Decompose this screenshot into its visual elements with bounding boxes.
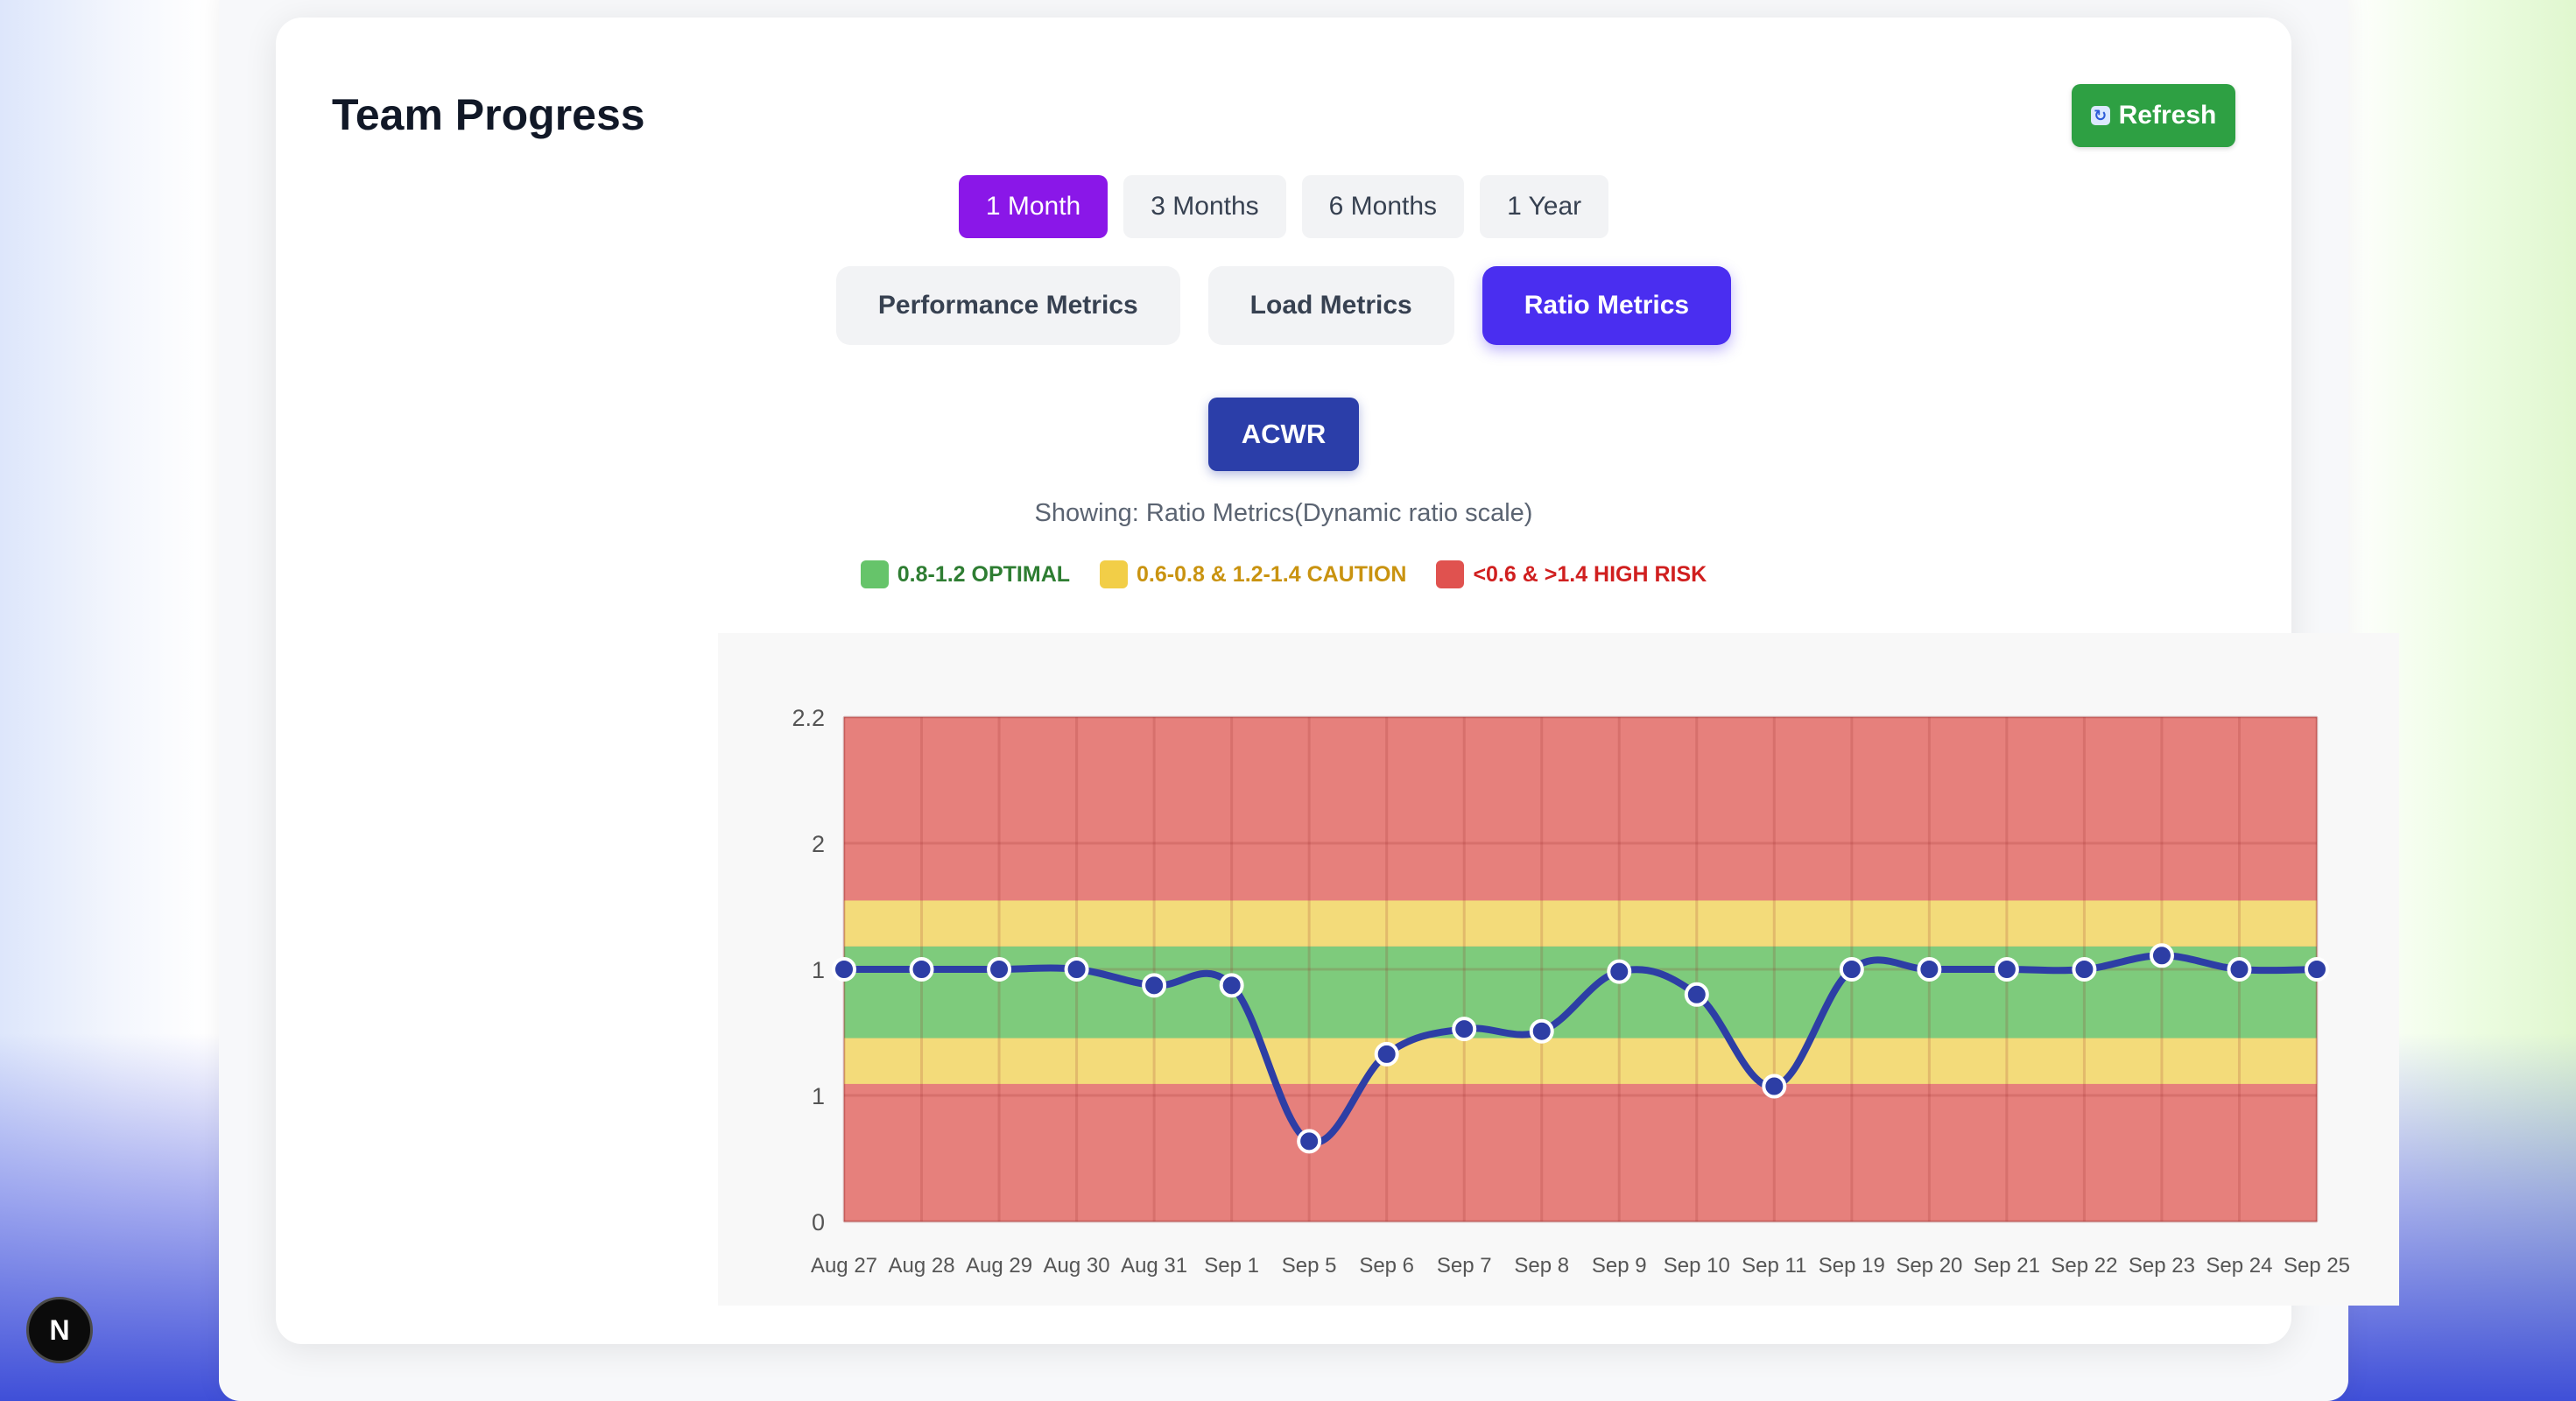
- x-tick-label: Aug 31: [1121, 1254, 1187, 1278]
- legend-label-high-risk: <0.6 & >1.4 HIGH RISK: [1473, 561, 1707, 587]
- tab-performance-metrics[interactable]: Performance Metrics: [835, 266, 1180, 345]
- data-point: [1064, 957, 1089, 982]
- x-tick-label: Sep 8: [1514, 1254, 1569, 1278]
- period-1-year-button[interactable]: 1 Year: [1480, 175, 1609, 238]
- x-tick-label: Aug 29: [966, 1254, 1032, 1278]
- data-point: [1917, 957, 1942, 982]
- refresh-icon: ↻: [2090, 106, 2110, 125]
- x-tick-label: Sep 20: [1896, 1254, 1962, 1278]
- x-tick-label: Sep 5: [1282, 1254, 1337, 1278]
- legend-swatch-optimal: [860, 560, 889, 588]
- legend-item-optimal: 0.8-1.2 OPTIMAL: [860, 560, 1071, 588]
- period-3-months-button[interactable]: 3 Months: [1123, 175, 1286, 238]
- legend-item-high-risk: <0.6 & >1.4 HIGH RISK: [1436, 560, 1707, 588]
- period-6-months-button[interactable]: 6 Months: [1301, 175, 1465, 238]
- x-tick-label: Sep 24: [2206, 1254, 2272, 1278]
- legend-swatch-high-risk: [1436, 560, 1465, 588]
- data-point: [2149, 943, 2174, 968]
- period-selector: 1 Month 3 Months 6 Months 1 Year: [276, 175, 2291, 238]
- x-tick-label: Sep 25: [2284, 1254, 2350, 1278]
- data-point: [2305, 957, 2329, 982]
- x-tick-label: Sep 23: [2129, 1254, 2195, 1278]
- sub-metric-row: ACWR: [276, 398, 2291, 471]
- x-tick-label: Aug 30: [1044, 1254, 1110, 1278]
- x-tick-label: Sep 7: [1437, 1254, 1492, 1278]
- x-tick-label: Aug 28: [888, 1254, 954, 1278]
- y-tick-label: 0: [812, 1209, 825, 1236]
- data-point: [832, 957, 856, 982]
- x-tick-label: Sep 1: [1204, 1254, 1259, 1278]
- band-optimal-1: [844, 946, 2317, 1038]
- data-point: [1219, 973, 1244, 998]
- data-point: [2072, 957, 2097, 982]
- x-tick-label: Aug 27: [811, 1254, 877, 1278]
- team-progress-card: Team Progress ↻ Refresh 1 Month 3 Months…: [276, 18, 2399, 1344]
- data-point: [987, 957, 1012, 982]
- y-tick-label: 1: [812, 1083, 825, 1109]
- acwr-chart-container: 0 1 1 2 2.2 Aug 27 Aug 28 Aug 29 Aug 30 Aug 31 Sep…: [718, 633, 2399, 1306]
- showing-caption: Showing: Ratio Metrics(Dynamic ratio sca…: [1034, 499, 1533, 527]
- legend-swatch-caution: [1100, 560, 1129, 588]
- data-point: [1607, 959, 1632, 984]
- x-tick-label: Sep 19: [1819, 1254, 1885, 1278]
- acwr-line-chart: 0 1 1 2 2.2 Aug 27 Aug 28 Aug 29 Aug 30 Aug 31 Sep…: [792, 705, 2350, 1278]
- legend-item-caution: 0.6-0.8 & 1.2-1.4 CAUTION: [1100, 560, 1406, 588]
- x-tick-label: Sep 21: [1974, 1254, 2040, 1278]
- data-point: [909, 957, 934, 982]
- x-tick-label: Sep 10: [1664, 1254, 1730, 1278]
- metric-tabs: Performance Metrics Load Metrics Ratio M…: [276, 266, 2291, 345]
- refresh-button[interactable]: ↻ Refresh: [2072, 84, 2235, 147]
- y-tick-label: 2: [812, 831, 825, 857]
- data-point: [1762, 1074, 1787, 1099]
- x-tick-label: Sep 22: [2051, 1254, 2117, 1278]
- data-point: [1684, 982, 1709, 1007]
- period-1-month-button[interactable]: 1 Month: [958, 175, 1109, 238]
- x-tick-label: Sep 11: [1742, 1254, 1806, 1278]
- acwr-button[interactable]: ACWR: [1207, 398, 1360, 471]
- tab-load-metrics[interactable]: Load Metrics: [1207, 266, 1454, 345]
- refresh-label: Refresh: [2118, 101, 2217, 130]
- data-point: [1529, 1018, 1554, 1044]
- n-logo-badge[interactable]: N: [26, 1297, 93, 1363]
- data-point: [1142, 973, 1167, 998]
- data-point: [1994, 957, 2019, 982]
- band-caution-2: [844, 900, 2317, 947]
- card-title: Team Progress: [332, 90, 645, 139]
- y-tick-label: 2.2: [792, 705, 825, 731]
- tab-ratio-metrics[interactable]: Ratio Metrics: [1482, 266, 1732, 345]
- data-point: [1839, 957, 1864, 982]
- data-point: [1297, 1129, 1322, 1154]
- data-point: [2227, 957, 2252, 982]
- band-caution-0: [844, 1038, 2317, 1084]
- data-point: [1374, 1041, 1399, 1067]
- legend-label-caution: 0.6-0.8 & 1.2-1.4 CAUTION: [1137, 561, 1407, 587]
- data-point: [1452, 1017, 1477, 1042]
- y-tick-label: 1: [812, 957, 825, 983]
- chart-legend: 0.8-1.2 OPTIMAL 0.6-0.8 & 1.2-1.4 CAUTIO…: [276, 560, 2291, 588]
- x-tick-label: Sep 9: [1592, 1254, 1647, 1278]
- legend-label-optimal: 0.8-1.2 OPTIMAL: [897, 561, 1071, 587]
- x-tick-label: Sep 6: [1359, 1254, 1414, 1278]
